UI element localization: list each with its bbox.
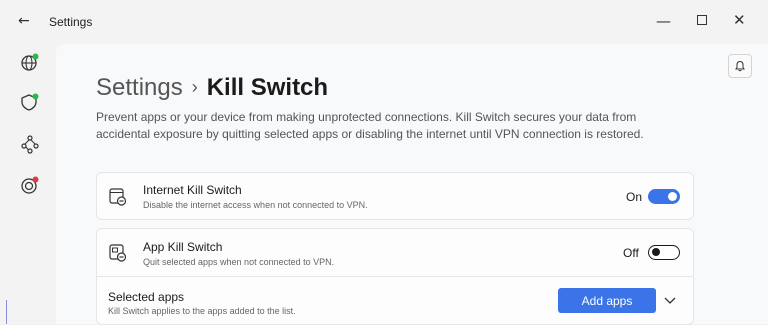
chevron-down-icon[interactable] — [662, 292, 678, 308]
shield-icon[interactable] — [20, 92, 40, 112]
page-title: Kill Switch — [206, 74, 329, 101]
window-edge — [6, 300, 7, 324]
app-kill-switch-subtitle: Quit selected apps when not connected to… — [143, 257, 335, 267]
window-title: Settings — [49, 15, 93, 29]
title-bar: ← Settings — ✕ — [0, 0, 768, 44]
close-button[interactable]: ✕ — [733, 11, 746, 29]
app-window-icon — [108, 243, 128, 263]
toggle-knob — [668, 192, 677, 201]
maximize-button[interactable] — [697, 15, 707, 25]
globe-icon[interactable] — [20, 52, 40, 72]
sidebar — [0, 44, 64, 324]
minimize-button[interactable]: — — [656, 12, 671, 30]
app-kill-switch-toggle[interactable] — [648, 245, 680, 260]
selected-apps-title: Selected apps — [108, 290, 185, 304]
add-apps-button[interactable]: Add apps — [558, 288, 656, 313]
selected-apps-subtitle: Kill Switch applies to the apps added to… — [108, 306, 296, 316]
back-arrow-icon[interactable]: ← — [18, 13, 30, 29]
breadcrumb-separator: › — [191, 77, 198, 97]
app-kill-switch-card: App Kill Switch Quit selected apps when … — [96, 228, 694, 325]
page-description: Prevent apps or your device from making … — [96, 110, 644, 141]
target-icon[interactable] — [20, 175, 40, 195]
main-content: Settings › Kill Switch Prevent apps or you… — [56, 44, 768, 325]
breadcrumb-parent[interactable]: Settings — [96, 74, 183, 101]
app-kill-switch-state: Off — [623, 246, 639, 260]
internet-kill-switch-title: Internet Kill Switch — [143, 183, 242, 197]
bell-icon[interactable] — [728, 54, 752, 78]
internet-kill-switch-state: On — [626, 190, 643, 204]
divider — [97, 276, 693, 277]
internet-kill-switch-toggle[interactable] — [648, 189, 680, 204]
breadcrumb: Settings › Kill Switch — [96, 74, 328, 102]
app-kill-switch-title: App Kill Switch — [143, 240, 223, 254]
internet-kill-switch-subtitle: Disable the internet access when not con… — [143, 200, 368, 210]
internet-kill-switch-card: Internet Kill Switch Disable the interne… — [96, 172, 694, 220]
globe-shield-icon — [108, 187, 128, 207]
meshnet-icon[interactable] — [20, 134, 40, 154]
toggle-knob — [652, 248, 660, 256]
